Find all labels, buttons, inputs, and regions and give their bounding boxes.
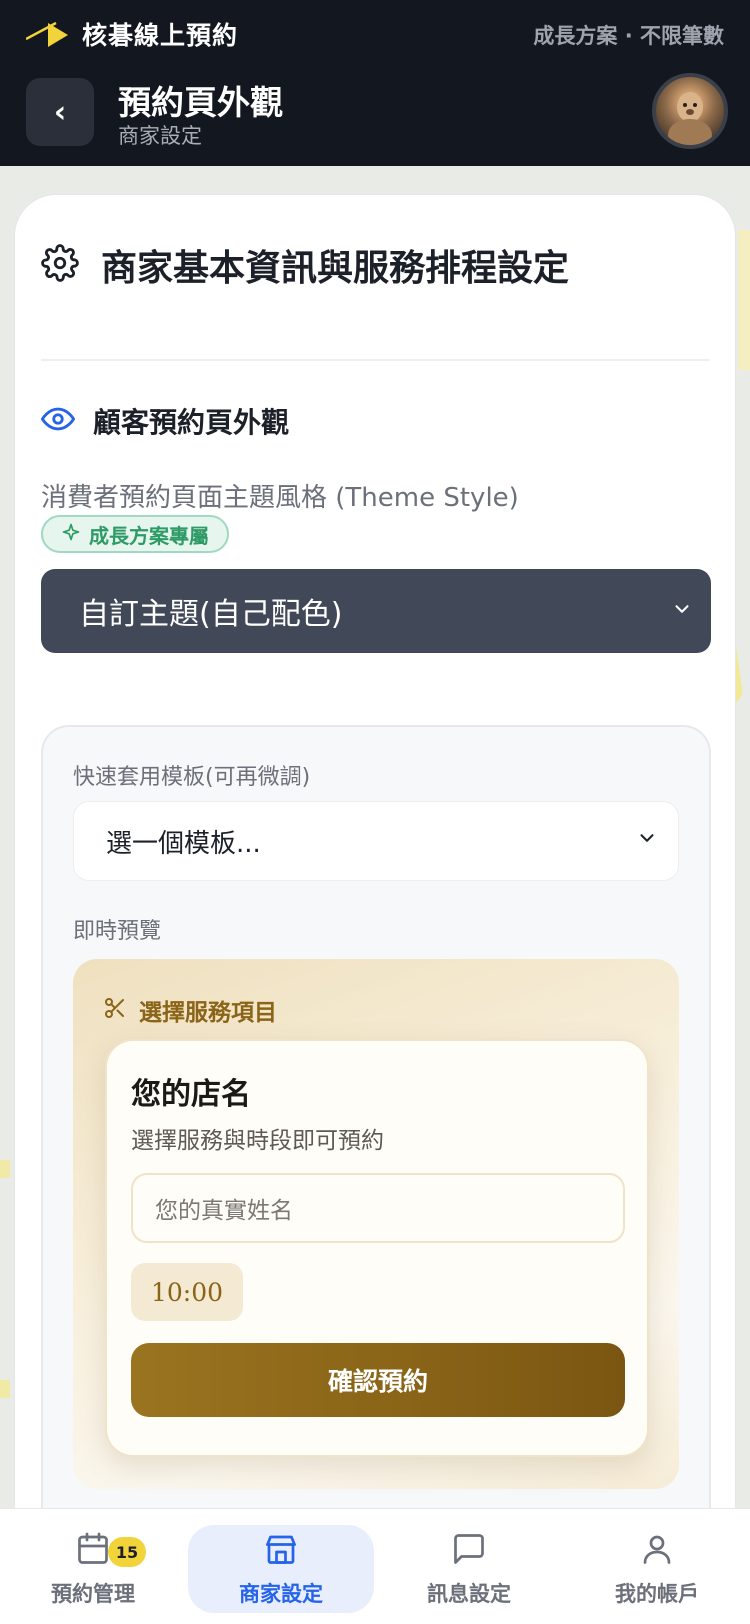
template-panel: 快速套用模板(可再微調) 選一個模板... 即時預覽 選擇服務項目 您的店名 選 bbox=[41, 725, 711, 1624]
plan-exclusive-badge: 成長方案專屬 bbox=[41, 515, 229, 553]
nav-label: 商家設定 bbox=[239, 1581, 323, 1606]
nav-item-account[interactable]: 我的帳戶 bbox=[564, 1525, 750, 1613]
theme-style-value: 自訂主題(自己配色) bbox=[79, 597, 343, 632]
page-subtitle: 商家設定 bbox=[118, 124, 202, 148]
template-select[interactable]: 選一個模板... bbox=[73, 801, 679, 881]
section-title: 商家基本資訊與服務排程設定 bbox=[101, 248, 570, 289]
background-decoration bbox=[0, 1160, 10, 1178]
badge-label: 成長方案專屬 bbox=[89, 523, 209, 548]
scissors-icon bbox=[103, 996, 127, 1024]
nav-item-messages[interactable]: 訊息設定 bbox=[376, 1525, 562, 1613]
preview-time-slot: 10:00 bbox=[131, 1263, 243, 1321]
nav-item-bookings[interactable]: 預約管理 15 bbox=[0, 1525, 186, 1613]
back-button[interactable]: ‹ bbox=[26, 78, 94, 146]
notification-badge: 15 bbox=[108, 1537, 146, 1567]
subsection-header: 顧客預約頁外觀 bbox=[41, 401, 289, 441]
section-header: 商家基本資訊與服務排程設定 bbox=[41, 239, 569, 291]
preview-shop-name: 您的店名 bbox=[131, 1077, 251, 1112]
chevron-down-icon bbox=[636, 826, 658, 856]
preview-name-field: 您的真實姓名 bbox=[131, 1173, 625, 1243]
divider bbox=[41, 359, 709, 361]
preview-section-title: 選擇服務項目 bbox=[139, 1000, 277, 1026]
user-icon bbox=[639, 1531, 675, 1572]
eye-icon bbox=[41, 402, 76, 440]
chevron-down-icon bbox=[671, 598, 693, 624]
brand-logo-icon bbox=[25, 17, 72, 51]
theme-style-label: 消費者預約頁面主題風格 (Theme Style) bbox=[41, 483, 519, 513]
nav-item-store-settings[interactable]: 商家設定 bbox=[188, 1525, 374, 1613]
template-select-value: 選一個模板... bbox=[106, 828, 261, 859]
brand: 核碁線上預約 bbox=[25, 16, 239, 52]
preview-confirm-button: 確認預約 bbox=[131, 1343, 625, 1417]
page-title: 預約頁外觀 bbox=[118, 83, 283, 122]
app-header: 核碁線上預約 成長方案 · 不限筆數 ‹ 預約頁外觀 商家設定 bbox=[0, 0, 750, 166]
settings-card: 商家基本資訊與服務排程設定 顧客預約頁外觀 消費者預約頁面主題風格 (Theme… bbox=[14, 194, 736, 1624]
nav-label: 訊息設定 bbox=[427, 1581, 511, 1606]
preview-description: 選擇服務與時段即可預約 bbox=[131, 1128, 384, 1154]
sparkle-icon bbox=[61, 522, 81, 547]
gear-icon bbox=[41, 244, 79, 286]
preview-booking-card: 您的店名 選擇服務與時段即可預約 您的真實姓名 10:00 確認預約 bbox=[105, 1039, 649, 1457]
theme-style-select[interactable]: 自訂主題(自己配色) bbox=[41, 569, 711, 653]
plan-status: 成長方案 · 不限筆數 bbox=[533, 24, 724, 48]
avatar[interactable] bbox=[652, 73, 728, 149]
subsection-title: 顧客預約頁外觀 bbox=[93, 406, 290, 439]
back-arrow-icon: ‹ bbox=[53, 94, 67, 130]
brand-name: 核碁線上預約 bbox=[82, 21, 239, 50]
live-preview: 選擇服務項目 您的店名 選擇服務與時段即可預約 您的真實姓名 10:00 確認預… bbox=[73, 959, 679, 1489]
chat-icon bbox=[451, 1531, 487, 1572]
nav-label: 預約管理 bbox=[51, 1581, 135, 1606]
preview-label: 即時預覽 bbox=[73, 919, 162, 944]
template-label: 快速套用模板(可再微調) bbox=[73, 765, 311, 790]
background-decoration bbox=[0, 1380, 10, 1398]
preview-header: 選擇服務項目 bbox=[103, 993, 277, 1027]
store-icon bbox=[263, 1531, 299, 1572]
nav-label: 我的帳戶 bbox=[615, 1581, 699, 1606]
background-decoration bbox=[738, 230, 750, 370]
bottom-nav: 預約管理 15 商家設定 訊息設定 我的帳戶 bbox=[0, 1508, 750, 1624]
calendar-icon bbox=[75, 1531, 111, 1572]
